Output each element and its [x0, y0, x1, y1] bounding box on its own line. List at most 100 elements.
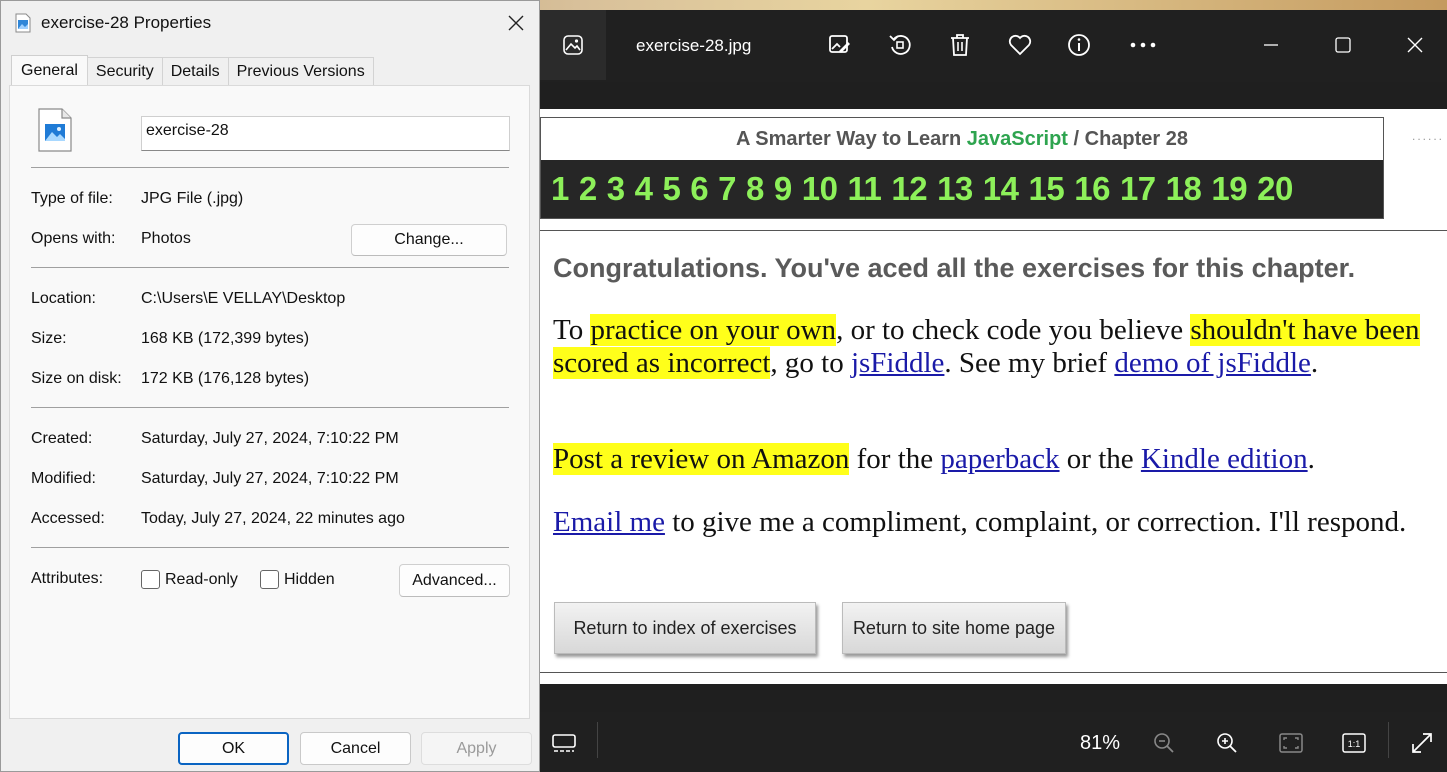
modified-label: Modified:	[31, 470, 96, 487]
accessed-label: Accessed:	[31, 510, 105, 527]
filename-input[interactable]: exercise-28	[141, 116, 510, 151]
readonly-checkbox-box[interactable]	[141, 570, 160, 589]
image-file-icon	[38, 108, 72, 152]
separator	[31, 267, 509, 268]
opens-with-value: Photos	[141, 230, 191, 247]
tab-security[interactable]: Security	[86, 57, 163, 85]
return-index-button: Return to index of exercises	[554, 602, 816, 654]
bottombar-separator	[597, 722, 598, 758]
advanced-button[interactable]: Advanced...	[399, 564, 510, 597]
change-button[interactable]: Change...	[351, 224, 507, 256]
photo-stage[interactable]: A Smarter Way to Learn JavaScript / Chap…	[540, 82, 1447, 712]
photos-app-icon	[563, 35, 583, 55]
zoom-in-icon[interactable]	[1211, 727, 1243, 759]
chapter-number: 5	[662, 170, 681, 207]
fullscreen-icon[interactable]	[1406, 727, 1438, 759]
image-divider	[540, 230, 1447, 231]
chapter-number: 1	[551, 170, 569, 207]
tab-general[interactable]: General	[11, 55, 88, 85]
cancel-button[interactable]: Cancel	[300, 732, 411, 765]
demo-link: demo of jsFiddle	[1114, 347, 1311, 379]
tab-details[interactable]: Details	[161, 57, 229, 85]
created-value: Saturday, July 27, 2024, 7:10:22 PM	[141, 430, 399, 447]
info-icon[interactable]	[1064, 30, 1094, 60]
modified-value: Saturday, July 27, 2024, 7:10:22 PM	[141, 470, 399, 487]
chapter-number: 18	[1165, 170, 1202, 207]
hidden-label: Hidden	[284, 570, 335, 588]
more-icon[interactable]	[1128, 30, 1158, 60]
attributes-label: Attributes:	[31, 570, 104, 587]
chapter-number: 10	[801, 170, 838, 207]
paragraph-review: Post a review on Amazon for the paperbac…	[553, 443, 1315, 475]
tab-previous-versions[interactable]: Previous Versions	[227, 57, 374, 85]
chapter-number: 16	[1074, 170, 1110, 207]
close-icon[interactable]	[1395, 28, 1435, 62]
dialog-tabs: General Security Details Previous Versio…	[11, 55, 374, 85]
size-on-disk-label: Size on disk:	[31, 370, 122, 387]
filmstrip-icon[interactable]	[548, 727, 580, 759]
zoom-out-icon[interactable]	[1148, 727, 1180, 759]
fit-screen-icon[interactable]	[1275, 727, 1307, 759]
type-label: Type of file:	[31, 190, 113, 207]
size-on-disk-value: 172 KB (176,128 bytes)	[141, 370, 310, 387]
photos-window: exercise-28.jpg A Smarter Way to Learn J…	[540, 10, 1447, 772]
chapter-number: 8	[746, 170, 764, 207]
accessed-value: Today, July 27, 2024, 22 minutes ago	[141, 510, 405, 527]
photos-app-button[interactable]	[540, 10, 606, 80]
edit-image-icon[interactable]	[825, 30, 855, 60]
jpg-file-icon	[15, 13, 31, 33]
image-title: A Smarter Way to Learn JavaScript / Chap…	[735, 128, 1189, 150]
chapter-number: 6	[690, 170, 709, 207]
general-panel: exercise-28 Type of file: JPG File (.jpg…	[9, 85, 530, 719]
created-label: Created:	[31, 430, 93, 447]
size-label: Size:	[31, 330, 67, 347]
zoom-level: 81%	[1080, 732, 1121, 754]
chapter-number: 20	[1257, 170, 1293, 207]
bottombar-separator-2	[1388, 722, 1389, 758]
image-dots: ......	[1412, 129, 1445, 143]
separator	[31, 167, 509, 168]
chapter-number: 9	[773, 170, 792, 207]
chapter-number: 15	[1028, 170, 1065, 207]
location-label: Location:	[31, 290, 96, 307]
return-home-button: Return to site home page	[842, 602, 1066, 654]
readonly-label: Read-only	[165, 570, 238, 588]
size-value: 168 KB (172,399 bytes)	[141, 330, 310, 347]
kindle-link: Kindle edition	[1140, 443, 1308, 475]
location-value: C:\Users\E VELLAY\Desktop	[141, 290, 346, 307]
chapter-number: 13	[937, 170, 973, 207]
congrats-heading: Congratulations. You've aced all the exe…	[553, 253, 1356, 283]
minimize-icon[interactable]	[1251, 28, 1291, 62]
opens-with-label: Opens with:	[31, 230, 116, 247]
ok-button[interactable]: OK	[178, 732, 289, 765]
chapter-number-bar: 1 2 3 4 5 6 7 8 9 10 11 12 13 14 15 16 17 18 19 20	[541, 160, 1383, 218]
chapter-number: 4	[634, 170, 653, 207]
svg-text:1:1: 1:1	[1348, 739, 1361, 749]
rotate-icon[interactable]	[885, 30, 915, 60]
dialog-close-icon[interactable]	[499, 7, 533, 39]
chapter-number: 2	[578, 170, 597, 207]
hidden-checkbox[interactable]: Hidden	[260, 570, 335, 589]
type-value: JPG File (.jpg)	[141, 190, 244, 207]
chapter-number: 11	[847, 170, 882, 207]
jsfiddle-link: jsFiddle	[850, 347, 945, 379]
photos-filename: exercise-28.jpg	[636, 36, 752, 55]
delete-icon[interactable]	[945, 30, 975, 60]
apply-button[interactable]: Apply	[421, 732, 532, 765]
paragraph-practice: To practice on your own, or to check cod…	[553, 314, 1420, 379]
paragraph-email: Email me to give me a compliment, compla…	[553, 506, 1407, 538]
favorite-icon[interactable]	[1005, 30, 1035, 60]
actual-size-icon[interactable]: 1:1	[1338, 727, 1370, 759]
email-link: Email me	[553, 506, 665, 538]
displayed-image: A Smarter Way to Learn JavaScript / Chap…	[540, 109, 1447, 684]
separator	[31, 407, 509, 408]
chapter-number: 14	[982, 170, 1019, 207]
readonly-checkbox[interactable]: Read-only	[141, 570, 238, 589]
maximize-icon[interactable]	[1323, 28, 1363, 62]
image-bottom-divider	[540, 672, 1447, 673]
hidden-checkbox-box[interactable]	[260, 570, 279, 589]
chapter-number: 3	[606, 170, 625, 207]
dialog-title: exercise-28 Properties	[41, 13, 212, 32]
image-header: A Smarter Way to Learn JavaScript / Chap…	[540, 117, 1384, 219]
chapter-number: 19	[1211, 170, 1248, 207]
